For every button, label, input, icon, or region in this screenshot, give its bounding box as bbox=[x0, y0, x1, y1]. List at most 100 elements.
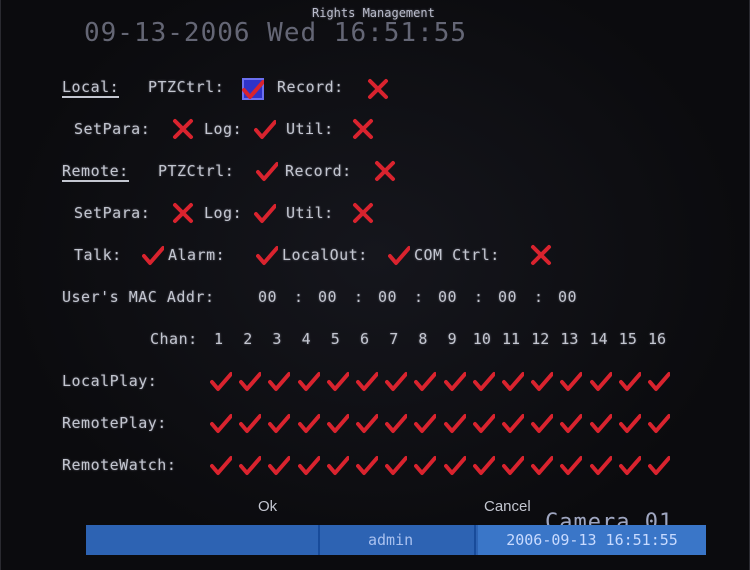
remotewatch-channel-15-checkbox[interactable] bbox=[618, 454, 641, 476]
mac-octet-4[interactable]: 00 bbox=[438, 288, 457, 306]
remoteplay-channel-9-checkbox[interactable] bbox=[443, 412, 466, 434]
remoteplay-channel-10-checkbox[interactable] bbox=[472, 412, 495, 434]
local-ptzctrl-label: PTZCtrl: bbox=[148, 78, 225, 96]
localplay-channel-4-checkbox[interactable] bbox=[297, 370, 320, 392]
localplay-channel-3-checkbox[interactable] bbox=[268, 370, 291, 392]
localplay-channel-12-checkbox[interactable] bbox=[531, 370, 554, 392]
check-icon bbox=[648, 414, 670, 433]
remoteplay-channel-8-checkbox[interactable] bbox=[414, 412, 437, 434]
status-datetime: 2006-09-13 16:51:55 bbox=[478, 525, 706, 555]
remoteplay-channel-11-checkbox[interactable] bbox=[502, 412, 524, 434]
check-icon bbox=[589, 414, 612, 433]
remoteplay-channel-12-checkbox[interactable] bbox=[531, 412, 554, 434]
remote-alarm-checkbox[interactable] bbox=[256, 244, 278, 266]
remotewatch-channel-16-checkbox[interactable] bbox=[648, 454, 670, 476]
mac-octet-6[interactable]: 00 bbox=[558, 288, 577, 306]
check-icon bbox=[356, 414, 378, 433]
remoteplay-channel-13-checkbox[interactable] bbox=[560, 412, 583, 434]
remoteplay-channel-15-checkbox[interactable] bbox=[618, 412, 641, 434]
ok-button[interactable]: Ok bbox=[258, 498, 277, 515]
channel-number-16: 16 bbox=[648, 330, 667, 348]
remotewatch-channel-9-checkbox[interactable] bbox=[443, 454, 466, 476]
remoteplay-channel-14-checkbox[interactable] bbox=[589, 412, 612, 434]
remotewatch-channel-10-checkbox[interactable] bbox=[472, 454, 495, 476]
check-icon bbox=[239, 414, 262, 433]
remotewatch-channel-8-checkbox[interactable] bbox=[414, 454, 437, 476]
remotewatch-channel-11-checkbox[interactable] bbox=[502, 454, 524, 476]
remote-localout-checkbox[interactable] bbox=[388, 244, 410, 266]
check-icon bbox=[414, 414, 437, 433]
localplay-channel-9-checkbox[interactable] bbox=[443, 370, 466, 392]
channel-header-label: Chan: bbox=[150, 330, 198, 348]
remoteplay-channel-6-checkbox[interactable] bbox=[356, 412, 378, 434]
remotewatch-channel-6-checkbox[interactable] bbox=[356, 454, 378, 476]
mac-octet-5[interactable]: 00 bbox=[498, 288, 517, 306]
local-util-checkbox[interactable] bbox=[352, 118, 374, 140]
check-icon bbox=[297, 414, 320, 433]
localplay-channel-1-checkbox[interactable] bbox=[210, 370, 232, 392]
check-icon bbox=[239, 456, 262, 475]
remote-setpara-checkbox[interactable] bbox=[172, 202, 194, 224]
local-setpara-checkbox[interactable] bbox=[172, 118, 194, 140]
remote-log-checkbox[interactable] bbox=[254, 202, 276, 224]
remote-ptzctrl-checkbox[interactable] bbox=[256, 160, 278, 182]
localplay-channel-11-checkbox[interactable] bbox=[502, 370, 524, 392]
check-icon bbox=[414, 372, 437, 391]
remote-comctrl-checkbox[interactable] bbox=[530, 244, 552, 266]
localplay-channel-10-checkbox[interactable] bbox=[472, 370, 495, 392]
mac-octet-1[interactable]: 00 bbox=[258, 288, 277, 306]
local-log-checkbox[interactable] bbox=[254, 118, 276, 140]
localplay-channel-2-checkbox[interactable] bbox=[239, 370, 262, 392]
mac-octet-2[interactable]: 00 bbox=[318, 288, 337, 306]
cross-icon bbox=[368, 79, 388, 99]
remotewatch-channel-7-checkbox[interactable] bbox=[385, 454, 408, 476]
remotewatch-channel-3-checkbox[interactable] bbox=[268, 454, 291, 476]
remoteplay-channel-2-checkbox[interactable] bbox=[239, 412, 262, 434]
remotewatch-channel-13-checkbox[interactable] bbox=[560, 454, 583, 476]
dialog-title: Rights Management bbox=[312, 6, 435, 20]
remote-alarm-label: Alarm: bbox=[168, 246, 226, 264]
remotewatch-channel-12-checkbox[interactable] bbox=[531, 454, 554, 476]
localplay-channel-6-checkbox[interactable] bbox=[356, 370, 378, 392]
localplay-channel-15-checkbox[interactable] bbox=[618, 370, 641, 392]
remoteplay-channel-5-checkbox[interactable] bbox=[326, 412, 349, 434]
localplay-channel-5-checkbox[interactable] bbox=[326, 370, 349, 392]
remote-util-checkbox[interactable] bbox=[352, 202, 374, 224]
remotewatch-channel-4-checkbox[interactable] bbox=[297, 454, 320, 476]
localplay-channel-14-checkbox[interactable] bbox=[589, 370, 612, 392]
check-icon bbox=[560, 456, 583, 475]
check-icon bbox=[648, 456, 670, 475]
cross-icon bbox=[375, 161, 395, 181]
remote-localout-label: LocalOut: bbox=[282, 246, 368, 264]
remoteplay-channel-3-checkbox[interactable] bbox=[268, 412, 291, 434]
channel-number-4: 4 bbox=[301, 330, 311, 348]
remotewatch-channel-14-checkbox[interactable] bbox=[589, 454, 612, 476]
check-icon bbox=[648, 372, 670, 391]
remoteplay-channel-4-checkbox[interactable] bbox=[297, 412, 320, 434]
remoteplay-channel-7-checkbox[interactable] bbox=[385, 412, 408, 434]
check-icon bbox=[239, 372, 262, 391]
localplay-channel-16-checkbox[interactable] bbox=[648, 370, 670, 392]
localplay-channel-13-checkbox[interactable] bbox=[560, 370, 583, 392]
remotewatch-channel-2-checkbox[interactable] bbox=[239, 454, 262, 476]
localplay-channel-8-checkbox[interactable] bbox=[414, 370, 437, 392]
remotewatch-channel-5-checkbox[interactable] bbox=[326, 454, 349, 476]
mac-octet-3[interactable]: 00 bbox=[378, 288, 397, 306]
remoteplay-channel-16-checkbox[interactable] bbox=[648, 412, 670, 434]
remote-talk-checkbox[interactable] bbox=[142, 244, 164, 266]
remotewatch-channel-1-checkbox[interactable] bbox=[210, 454, 232, 476]
local-record-checkbox[interactable] bbox=[367, 78, 389, 100]
local-ptzctrl-checkbox[interactable] bbox=[242, 78, 264, 100]
localplay-channel-7-checkbox[interactable] bbox=[385, 370, 408, 392]
check-icon bbox=[326, 456, 349, 475]
check-icon bbox=[326, 372, 349, 391]
channel-number-7: 7 bbox=[389, 330, 399, 348]
check-icon bbox=[385, 456, 408, 475]
remote-record-checkbox[interactable] bbox=[374, 160, 396, 182]
check-icon bbox=[254, 120, 276, 139]
check-icon bbox=[589, 456, 612, 475]
channel-number-14: 14 bbox=[589, 330, 608, 348]
local-util-label: Util: bbox=[286, 120, 334, 138]
remoteplay-channel-1-checkbox[interactable] bbox=[210, 412, 232, 434]
cancel-button[interactable]: Cancel bbox=[484, 498, 531, 515]
